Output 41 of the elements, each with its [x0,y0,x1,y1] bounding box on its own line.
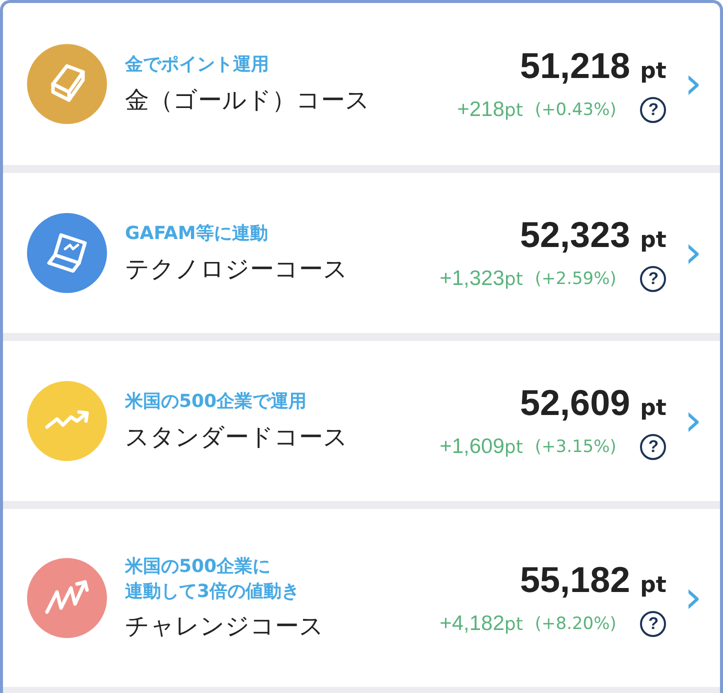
course-card[interactable]: GAFAM等に連動 テクノロジーコース 52,323 pt +1,323pt (+2.59%) ? › [3,173,720,333]
point-balance: 52,609 [520,382,630,424]
zigzag-arrow-icon [45,580,89,614]
point-balance: 51,218 [520,45,630,87]
course-name: テクノロジーコース [125,254,349,285]
point-change: +1,323 [440,267,504,291]
help-button[interactable]: ? [640,97,666,123]
point-unit: pt [640,396,666,421]
course-card[interactable]: 米国の500企業で運用 スタンダードコース 52,609 pt +1,609pt (+3.15%) ? › [3,341,720,501]
point-balance: 52,323 [520,214,630,256]
point-change: +1,609 [440,435,504,459]
course-tagline: 連動して3倍の値動き [125,580,301,604]
point-balance: 55,182 [520,559,630,601]
point-unit: pt [640,228,666,253]
help-button[interactable]: ? [640,434,666,460]
change-unit: pt [504,100,523,121]
course-tagline: 米国の500企業に [125,554,272,579]
point-change: +218 [457,98,504,122]
course-card[interactable]: 金でポイント運用 金（ゴールド）コース 51,218 pt +218pt (+0.43%) ? › [3,3,720,165]
change-unit: pt [504,437,523,458]
change-percent: (+2.59%) [534,269,616,289]
course-tagline: GAFAM等に連動 [125,222,269,246]
change-percent: (+8.20%) [534,614,616,634]
ingot-icon [51,64,85,102]
change-percent: (+0.43%) [534,100,616,120]
help-button[interactable]: ? [640,611,666,637]
point-unit: pt [640,59,666,84]
course-tagline: 金でポイント運用 [125,53,270,78]
course-card[interactable]: 米国の500企業に 連動して3倍の値動き チャレンジコース 55,182 pt +4,182pt (+8.20%) ? › [3,509,720,687]
course-name: スタンダードコース [125,422,349,453]
laptop-icon [47,233,87,273]
course-name: チャレンジコース [125,611,325,642]
change-unit: pt [504,269,523,290]
course-name: 金（ゴールド）コース [125,84,371,116]
change-percent: (+3.15%) [534,437,616,457]
trend-arrow-icon [45,410,89,429]
help-button[interactable]: ? [640,266,666,292]
point-unit: pt [640,573,666,598]
change-unit: pt [504,614,523,635]
course-tagline: 米国の500企業で運用 [125,390,308,414]
point-change: +4,182 [440,612,504,636]
